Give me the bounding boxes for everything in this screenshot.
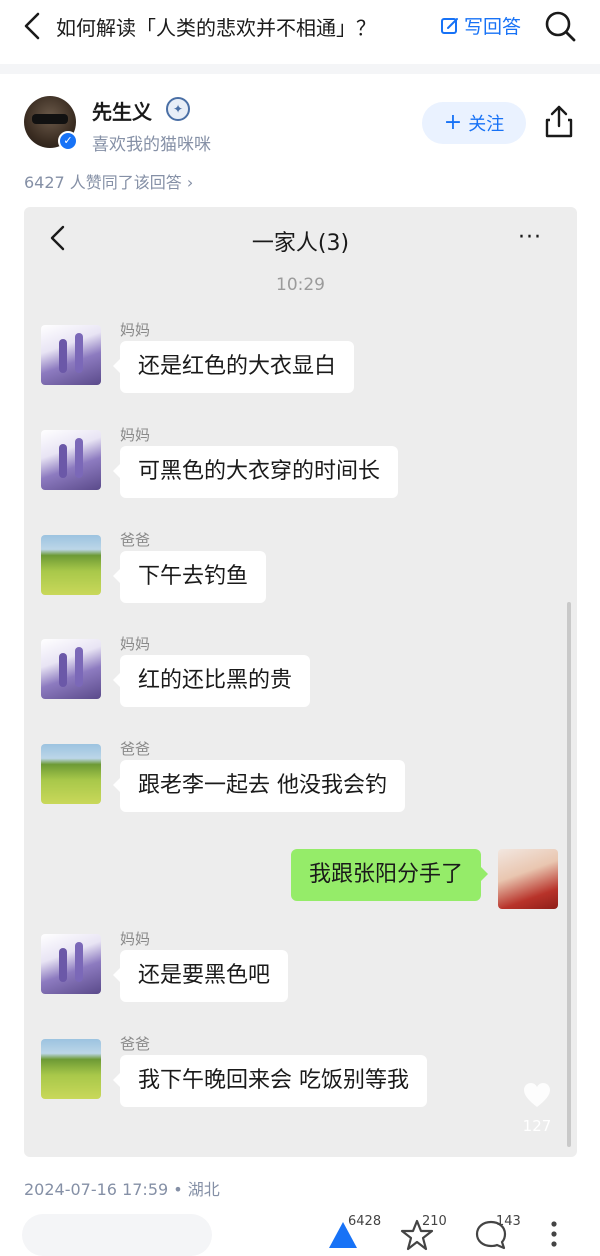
chat-message: 妈妈 还是红色的大衣显白 — [24, 321, 577, 415]
sender-name: 妈妈 — [120, 321, 151, 339]
avatar — [41, 1039, 101, 1099]
sender-name: 爸爸 — [120, 1035, 151, 1053]
avatar — [41, 325, 101, 385]
message-bubble: 跟老李一起去 他没我会钓 — [113, 760, 405, 812]
chat-message: 爸爸 我下午晚回来会 吃饭别等我 — [24, 1035, 577, 1129]
chat-timestamp: 10:29 — [276, 275, 325, 295]
more-icon: ··· — [518, 225, 542, 250]
post-meta: 2024-07-16 17:59 • 湖北 — [24, 1180, 220, 1199]
avatar — [498, 849, 558, 909]
follow-button[interactable]: + 关注 — [422, 102, 526, 144]
author-badge-icon: ✦ — [166, 97, 190, 121]
comment-input[interactable] — [22, 1214, 212, 1256]
back-button[interactable] — [18, 10, 48, 42]
avatar — [41, 430, 101, 490]
comment-count: 143 — [496, 1214, 521, 1229]
sender-name: 妈妈 — [120, 426, 151, 444]
chat-message: 妈妈 还是要黑色吧 — [24, 930, 577, 1024]
message-bubble: 红的还比黑的贵 — [112, 655, 311, 707]
verified-check-icon: ✓ — [58, 131, 78, 151]
share-button[interactable] — [542, 104, 576, 140]
chat-message: 妈妈 红的还比黑的贵 — [24, 635, 577, 729]
sender-name: 爸爸 — [120, 740, 151, 758]
chevron-left-icon — [24, 12, 40, 40]
follow-label: 关注 — [468, 114, 505, 135]
more-options-button[interactable] — [546, 1218, 562, 1256]
share-icon — [545, 105, 573, 138]
write-answer-button[interactable]: 写回答 — [440, 12, 521, 39]
message-bubble: 我下午晚回来会 吃饭别等我 — [113, 1055, 427, 1107]
avatar — [41, 535, 101, 595]
more-vertical-icon — [551, 1221, 557, 1247]
chat-message: 爸爸 下午去钓鱼 — [24, 531, 577, 625]
chat-group-title: 一家人(3) — [251, 231, 350, 256]
author-bio: 喜欢我的猫咪咪 — [92, 135, 211, 155]
top-bar: 如何解读「人类的悲欢并不相通」？ 写回答 — [0, 0, 600, 56]
message-bubble: 还是要黑色吧 — [112, 950, 289, 1002]
chat-message: 爸爸 跟老李一起去 他没我会钓 — [24, 740, 577, 834]
chat-message-self: 我跟张阳分手了 — [24, 849, 577, 939]
message-bubble: 还是红色的大衣显白 — [112, 341, 355, 393]
favorite-count: 210 — [422, 1214, 447, 1229]
sender-name: 爸爸 — [120, 531, 151, 549]
avatar — [41, 744, 101, 804]
chevron-right-icon: › — [186, 173, 194, 192]
sender-name: 妈妈 — [120, 635, 151, 653]
search-icon — [545, 11, 576, 42]
question-title[interactable]: 如何解读「人类的悲欢并不相通」？ — [56, 12, 376, 41]
chat-message: 妈妈 可黑色的大衣穿的时间长 — [24, 426, 577, 520]
search-button[interactable] — [542, 8, 578, 44]
message-bubble: 我跟张阳分手了 — [290, 849, 489, 901]
write-answer-label: 写回答 — [464, 16, 522, 38]
upvote-count: 6428 — [348, 1214, 382, 1229]
avatar — [41, 934, 101, 994]
chat-screenshot-image: 一家人(3) ··· 10:29 妈妈 还是红色的大衣显白 妈妈 可黑色的大衣穿… — [24, 207, 577, 1157]
plus-icon: + — [443, 110, 463, 135]
heart-count: 127 — [522, 1117, 552, 1135]
heart-icon[interactable] — [522, 1080, 552, 1110]
edit-icon — [441, 17, 458, 34]
message-bubble: 下午去钓鱼 — [112, 551, 267, 603]
sender-name: 妈妈 — [120, 930, 151, 948]
section-divider — [0, 64, 600, 74]
likes-summary[interactable]: 6427 人赞同了该回答 › — [24, 169, 193, 193]
author-name[interactable]: 先生义 — [92, 96, 152, 125]
message-bubble: 可黑色的大衣穿的时间长 — [112, 446, 399, 498]
avatar — [41, 639, 101, 699]
